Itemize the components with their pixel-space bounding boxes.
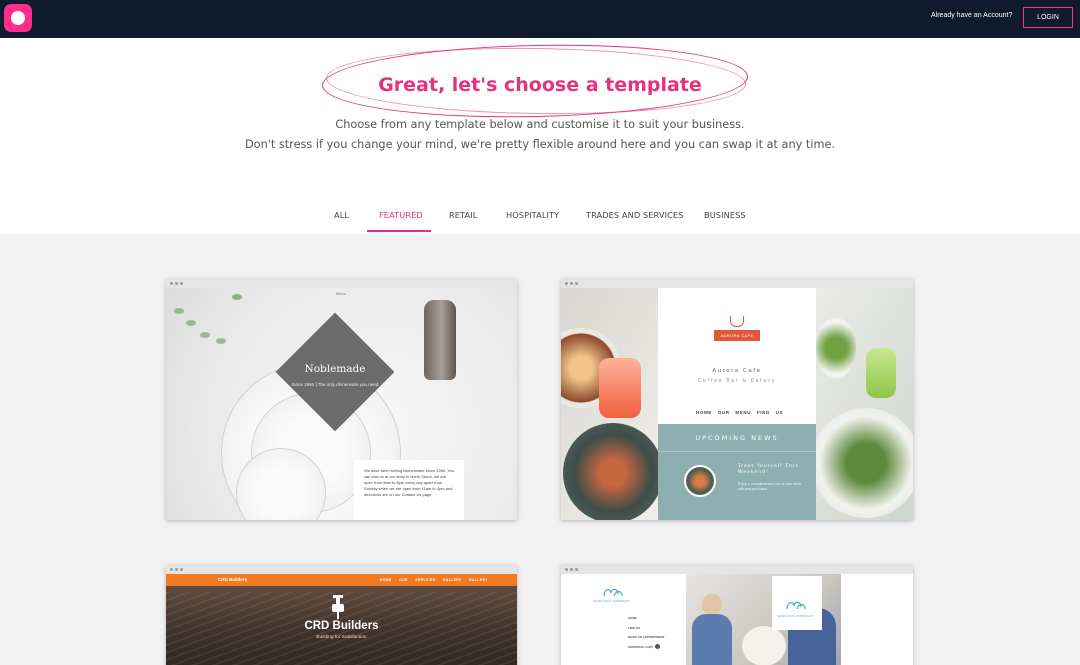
- app-logo-icon[interactable]: [4, 4, 32, 32]
- preview-menu-book: BOOK AN APPOINTMENT: [628, 635, 665, 639]
- preview-news-body: Enjoy a complimentary hot or cold drink …: [738, 482, 801, 491]
- herb-leaf: [200, 332, 210, 338]
- template-preview: Menu Noblemade Since 1965 | The only din…: [166, 288, 517, 520]
- preview-brand: Noblemade: [304, 363, 366, 375]
- pepper-mill: [424, 300, 456, 380]
- preview-nav-links: HOME OUR SERVICES GALLERY GALLERY: [380, 578, 488, 582]
- vet-photo-dog: [742, 626, 786, 665]
- template-card-aurora-cafe[interactable]: AURORA CAFE Aurora Cafe Coffee Bar & Eat…: [561, 279, 913, 520]
- page-title: Great, let's choose a template: [378, 74, 702, 96]
- food-bowl: [563, 423, 663, 520]
- template-preview: CRD Builders HOME OUR SERVICES GALLERY G…: [166, 574, 517, 665]
- tab-hospitality[interactable]: HOSPITALITY: [506, 210, 559, 220]
- green-drink: [866, 348, 896, 398]
- logo-dot: [11, 11, 25, 25]
- tab-business[interactable]: BUSINESS: [704, 210, 746, 220]
- have-account-text: Already have an Account?: [931, 12, 1013, 19]
- preview-nav-brand: CRD Builders: [218, 577, 248, 582]
- preview-navbar: CRD Builders HOME OUR SERVICES GALLERY G…: [166, 574, 517, 586]
- herb-leaf: [174, 308, 184, 314]
- vet-photo-person: [702, 594, 722, 616]
- preview-news-block: UPCOMING NEWS Treat Yourself This Weeken…: [658, 424, 816, 520]
- login-button[interactable]: LOGIN: [1023, 7, 1073, 28]
- tab-retail[interactable]: RETAIL: [449, 210, 477, 220]
- salad-bowl: [811, 408, 913, 518]
- preview-brand: CRD Builders: [304, 620, 379, 632]
- herb-leaf: [232, 294, 242, 300]
- top-bar: Already have an Account? LOGIN: [0, 0, 1080, 38]
- news-divider: [658, 451, 816, 452]
- salad-plate: [816, 318, 856, 378]
- herb-leaf: [186, 320, 196, 326]
- vet-logo-icon: [603, 588, 623, 597]
- template-card-veterinary[interactable]: SEVEN OAKS VETERINARY HOME FIND US BOOK …: [561, 565, 913, 665]
- vet-photo-coat: [692, 614, 732, 665]
- news-food-image: [684, 465, 716, 497]
- preview-menu-find: FIND US: [628, 625, 640, 630]
- template-preview: AURORA CAFE Aurora Cafe Coffee Bar & Eat…: [561, 288, 913, 520]
- browser-chrome: [166, 565, 517, 574]
- category-tabs: ALL FEATURED RETAIL HOSPITALITY TRADES A…: [0, 200, 1080, 234]
- preview-center-panel: AURORA CAFE Aurora Cafe Coffee Bar & Eat…: [658, 288, 816, 520]
- preview-ribbon: AURORA CAFE: [714, 330, 760, 341]
- template-preview: SEVEN OAKS VETERINARY HOME FIND US BOOK …: [561, 574, 913, 665]
- drink-glass: [599, 358, 641, 418]
- preview-menu-home: HOME: [628, 616, 637, 620]
- preview-news-title: UPCOMING NEWS: [695, 434, 779, 442]
- preview-cafe-name: Aurora Cafe: [712, 368, 762, 374]
- template-card-crd-builders[interactable]: CRD Builders HOME OUR SERVICES GALLERY G…: [166, 565, 517, 665]
- tab-featured[interactable]: FEATURED: [379, 210, 423, 220]
- preview-news-heading: Treat Yourself This Weekend!: [738, 464, 799, 475]
- preview-brand-sub: Since 1965 | The only dinnerware you nee…: [291, 382, 379, 387]
- preview-cafe-nav: HOME OUR MENU FIND US: [696, 410, 784, 415]
- cart-arrow-icon: [655, 644, 661, 650]
- browser-chrome: [166, 279, 517, 288]
- page-subtitle-1: Choose from any template below and custo…: [335, 118, 745, 131]
- preview-menu-cart-row: SHOPPING CART: [628, 643, 665, 653]
- active-tab-indicator: [367, 230, 431, 232]
- preview-menu-label: Menu: [336, 291, 347, 296]
- jackhammer-icon: [329, 595, 347, 619]
- page-subtitle-2: Don't stress if you change your mind, we…: [244, 138, 836, 151]
- template-gallery: [0, 234, 1080, 665]
- template-card-noblemade[interactable]: Menu Noblemade Since 1965 | The only din…: [166, 279, 517, 520]
- preview-menu-cart: SHOPPING CART: [628, 644, 654, 649]
- vet-logo-icon-large: [786, 601, 806, 610]
- tab-trades-and-services[interactable]: TRADES AND SERVICES: [586, 210, 683, 220]
- browser-chrome: [561, 279, 913, 288]
- preview-cafe-tagline: Coffee Bar & Eatery: [697, 378, 777, 384]
- herb-leaf: [216, 338, 226, 344]
- tab-all[interactable]: ALL: [334, 210, 349, 220]
- preview-vet-menu: HOME FIND US BOOK AN APPOINTMENT SHOPPIN…: [628, 614, 665, 652]
- vet-logo-caption: SEVEN OAKS VETERINARY: [593, 600, 630, 603]
- coffee-cup-icon: [730, 316, 744, 327]
- preview-about-text: We have been selling kitchenware since 1…: [354, 460, 464, 520]
- preview-tagline: Building for Satisfaction: [316, 635, 367, 640]
- browser-chrome: [561, 565, 913, 574]
- vet-logo-caption-large: SEVEN OAKS VETERINARY: [777, 615, 814, 618]
